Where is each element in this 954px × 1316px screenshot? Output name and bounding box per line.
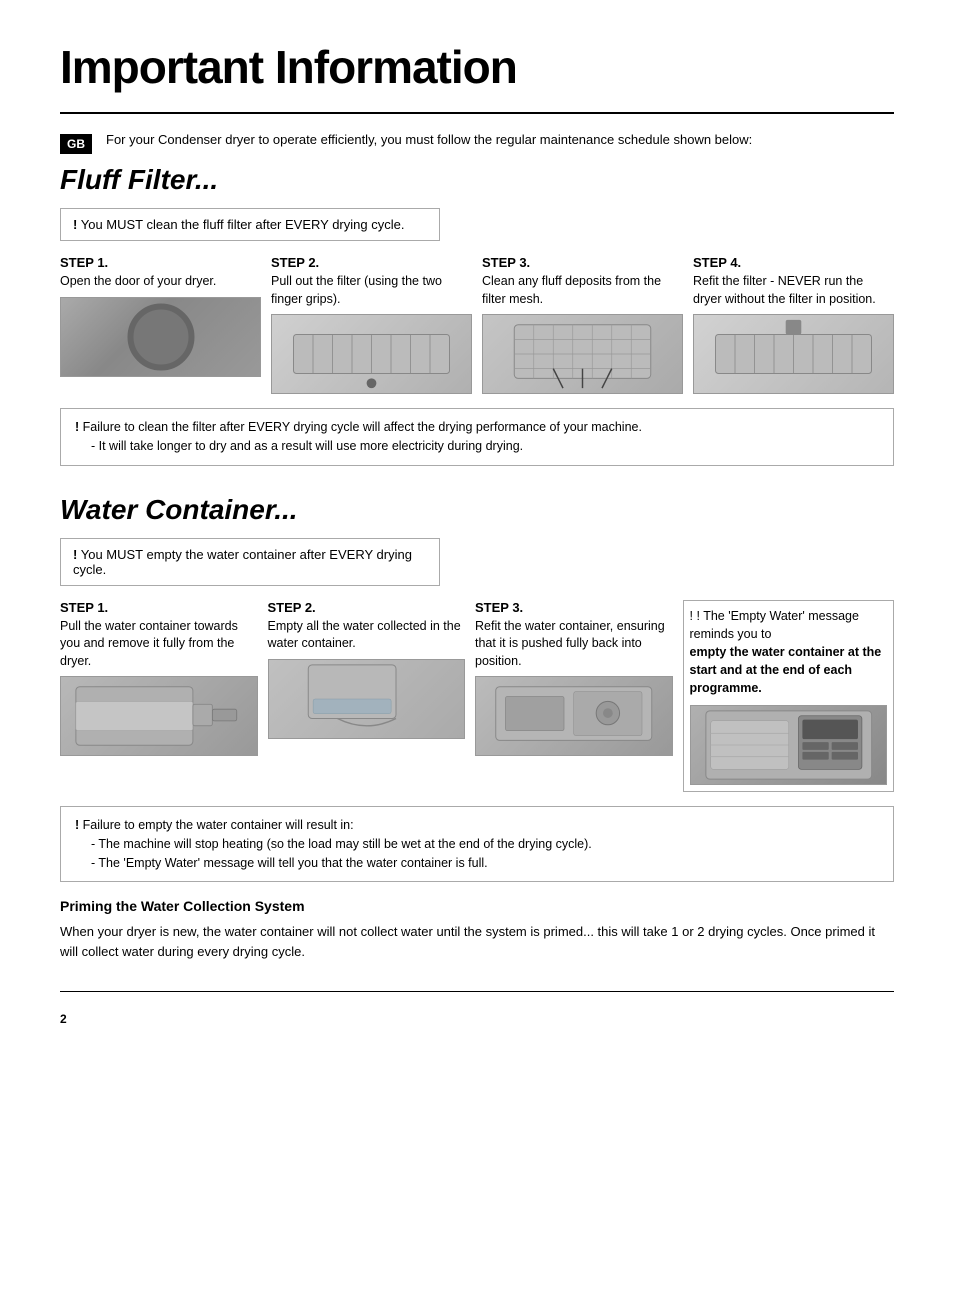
water-step-3-label: STEP 3. [475,600,673,615]
water-container-title: Water Container... [60,494,894,526]
fluff-warning-text: You MUST clean the fluff filter after EV… [81,217,405,232]
water-step-1: STEP 1. Pull the water container towards… [60,600,258,793]
fluff-step-1-label: STEP 1. [60,255,261,270]
water-step-2-image [268,659,466,739]
water-step-3-image [475,676,673,756]
fluff-step-4-desc: Refit the filter - NEVER run the dryer w… [693,273,894,308]
filter-mesh-graphic [483,315,682,393]
fluff-failure-line1: Failure to clean the filter after EVERY … [83,420,642,434]
fluff-step-4-image [693,314,894,394]
page-number: 2 [60,1012,894,1026]
main-title: Important Information [60,40,894,94]
water-failure-list: The machine will stop heating (so the lo… [75,835,879,873]
fluff-warning-exclaim: ! [73,217,77,232]
fluff-step-4: STEP 4. Refit the filter - NEVER run the… [693,255,894,394]
fluff-step-1: STEP 1. Open the door of your dryer. [60,255,261,394]
water-step-2-desc: Empty all the water collected in the wat… [268,618,466,653]
water-step-2-label: STEP 2. [268,600,466,615]
fluff-failure-exclaim: ! [75,420,79,434]
fluff-step-3: STEP 3. Clean any fluff deposits from th… [482,255,683,394]
water-step-highlight-image [690,705,888,785]
fluff-filter-title: Fluff Filter... [60,164,894,196]
water-step-1-label: STEP 1. [60,600,258,615]
fluff-failure-box: ! Failure to clean the filter after EVER… [60,408,894,466]
water-step-2: STEP 2. Empty all the water collected in… [268,600,466,793]
fluff-step-2-image [271,314,472,394]
fluff-failure-list: It will take longer to dry and as a resu… [75,437,879,456]
water-failure-line1: Failure to empty the water container wil… [83,818,354,832]
water-step-3: STEP 3. Refit the water container, ensur… [475,600,673,793]
water-step-1-desc: Pull the water container towards you and… [60,618,258,671]
fluff-step-4-label: STEP 4. [693,255,894,270]
water-empty-graphic [269,660,465,738]
water-container-section: Water Container... ! You MUST empty the … [60,494,894,962]
fluff-step-3-label: STEP 3. [482,255,683,270]
bottom-divider [60,991,894,992]
fluff-step-1-desc: Open the door of your dryer. [60,273,261,291]
water-failure-item-1: The machine will stop heating (so the lo… [91,835,879,854]
water-refit-graphic [476,677,672,755]
water-failure-box: ! Failure to empty the water container w… [60,806,894,882]
intro-row: GB For your Condenser dryer to operate e… [60,132,894,154]
water-steps-row: STEP 1. Pull the water container towards… [60,600,894,793]
water-highlight-prefix: ! The 'Empty Water' message reminds you … [690,609,859,641]
water-highlight-exclaim: ! [690,609,693,623]
fluff-steps-row: STEP 1. Open the door of your dryer. STE… [60,255,894,394]
fluff-failure-item-1: It will take longer to dry and as a resu… [91,437,879,456]
filter-refit-graphic [694,315,893,393]
fluff-step-1-image [60,297,261,377]
water-failure-exclaim: ! [75,818,79,832]
fluff-step-2-label: STEP 2. [271,255,472,270]
water-pull-graphic [61,677,257,755]
water-highlight-bold: empty the water container at the start a… [690,645,882,695]
priming-text: When your dryer is new, the water contai… [60,922,894,961]
intro-text: For your Condenser dryer to operate effi… [106,132,894,147]
fluff-step-3-image [482,314,683,394]
dryer-door-graphic [61,298,260,376]
display-panel-graphic [691,706,887,784]
water-step-highlight: ! ! The 'Empty Water' message reminds yo… [683,600,895,793]
water-warning-exclaim: ! [73,547,77,562]
water-step-3-desc: Refit the water container, ensuring that… [475,618,673,671]
title-divider [60,112,894,114]
water-warning-box: ! You MUST empty the water container aft… [60,538,440,586]
priming-section: Priming the Water Collection System When… [60,898,894,961]
water-warning-text: You MUST empty the water container after… [73,547,412,577]
fluff-step-3-desc: Clean any fluff deposits from the filter… [482,273,683,308]
gb-badge: GB [60,134,92,154]
fluff-step-2-desc: Pull out the filter (using the two finge… [271,273,472,308]
fluff-step-2: STEP 2. Pull out the filter (using the t… [271,255,472,394]
water-failure-item-2: The 'Empty Water' message will tell you … [91,854,879,873]
priming-title: Priming the Water Collection System [60,898,894,914]
filter-pull-graphic [272,315,471,393]
water-step-1-image [60,676,258,756]
fluff-warning-box: ! You MUST clean the fluff filter after … [60,208,440,241]
